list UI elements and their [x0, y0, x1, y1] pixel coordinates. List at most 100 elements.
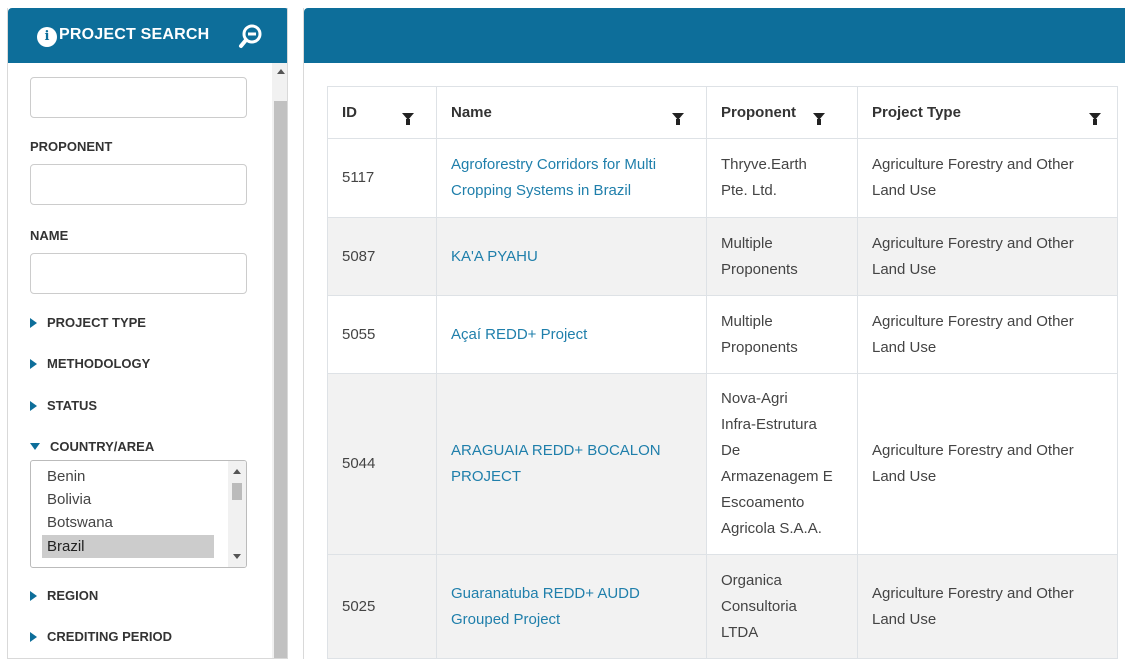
project-link[interactable]: ARAGUAIA REDD+ BOCALON PROJECT	[451, 442, 661, 485]
cell-project-type: Agriculture Forestry and Other Land Use	[857, 373, 1118, 555]
project-type-line: Agriculture Forestry and Other	[872, 584, 1074, 602]
project-link-line: Cropping Systems in Brazil	[451, 182, 632, 199]
proponent-input[interactable]	[30, 164, 247, 205]
cell-name: Açaí REDD+ Project	[436, 295, 707, 374]
project-link[interactable]: Agroforestry Corridors for Multi Cropping…	[451, 156, 656, 199]
filter-methodology-label: METHODOLOGY	[47, 356, 151, 371]
column-header-proponent[interactable]: Proponent	[706, 86, 858, 139]
cell-name: KA'A PYAHU	[436, 217, 707, 296]
cell-project-type: Agriculture Forestry and Other Land Use	[857, 138, 1118, 218]
filter-country-area-label: COUNTRY/AREA	[50, 439, 155, 454]
name-label: NAME	[30, 228, 69, 243]
table-row[interactable]: 5087 KA'A PYAHU Multiple Proponents Agric…	[327, 217, 1118, 296]
table-row[interactable]: 5025 Guaranatuba REDD+ AUDD Grouped Proje…	[327, 554, 1118, 659]
project-type-line: Land Use	[872, 610, 937, 628]
filter-icon[interactable]	[1089, 107, 1101, 125]
proponent-line: Nova-Agri	[721, 390, 788, 407]
cell-project-type: Agriculture Forestry and Other Land Use	[857, 217, 1118, 296]
country-option[interactable]: Benin	[42, 465, 214, 488]
project-type-line: Agriculture Forestry and Other	[872, 442, 1074, 459]
scrollbar-thumb[interactable]	[232, 483, 242, 500]
column-header-name-label: Name	[451, 104, 492, 121]
country-listbox[interactable]: Benin Bolivia Botswana Brazil	[30, 460, 247, 568]
project-link[interactable]: Guaranatuba REDD+ AUDD Grouped Project	[451, 585, 640, 628]
column-header-name[interactable]: Name	[436, 86, 707, 139]
listbox-scrollbar[interactable]	[228, 461, 246, 567]
project-link-line: Agroforestry Corridors for Multi	[451, 156, 657, 173]
proponent-line: Pte. Ltd.	[721, 182, 777, 199]
cell-proponent: Nova-Agri Infra-Estrutura De Armazenagem…	[706, 373, 858, 555]
proponent-line: Proponents	[721, 338, 798, 356]
column-header-project-type[interactable]: Project Type	[857, 86, 1118, 139]
cell-proponent: Multiple Proponents	[706, 295, 858, 374]
cell-project-type: Agriculture Forestry and Other Land Use	[857, 554, 1118, 659]
scroll-down-icon[interactable]	[233, 554, 241, 559]
project-type-line: Agriculture Forestry and Other	[872, 234, 1074, 252]
proponent-line: Armazenagem E	[721, 468, 833, 485]
cell-id: 5044	[327, 373, 437, 555]
filter-icon[interactable]	[402, 107, 414, 125]
results-header-bar	[304, 8, 1125, 63]
project-link[interactable]: KA'A PYAHU	[451, 248, 538, 265]
sidebar-header: i PROJECT SEARCH	[8, 8, 287, 63]
filter-project-type[interactable]: PROJECT TYPE	[30, 315, 146, 330]
proponent-line: Infra-Estrutura	[721, 416, 817, 433]
cell-id: 5055	[327, 295, 437, 374]
search-sidebar: i PROJECT SEARCH ID PROPONENT NAME PROJE…	[7, 8, 288, 659]
caret-right-icon	[30, 400, 37, 411]
name-input[interactable]	[30, 253, 247, 294]
cell-proponent: Multiple Proponents	[706, 217, 858, 296]
scroll-up-icon[interactable]	[233, 469, 241, 474]
sidebar-title: PROJECT SEARCH	[59, 26, 210, 43]
country-option-selected[interactable]: Brazil	[42, 535, 214, 558]
filter-icon[interactable]	[813, 107, 825, 125]
cell-project-type: Agriculture Forestry and Other Land Use	[857, 295, 1118, 374]
sidebar-scrollbar[interactable]	[272, 63, 287, 658]
filter-crediting-period[interactable]: CREDITING PERIOD	[30, 629, 172, 644]
filter-status-label: STATUS	[47, 398, 98, 413]
table-row[interactable]: 5044 ARAGUAIA REDD+ BOCALON PROJECT Nova-…	[327, 373, 1118, 555]
results-panel: ID Name Proponent Project Type 5117 Agro…	[303, 8, 1125, 659]
filter-country-area[interactable]: COUNTRY/AREA	[30, 439, 154, 454]
cell-id: 5087	[327, 217, 437, 296]
cell-name: Guaranatuba REDD+ AUDD Grouped Project	[436, 554, 707, 659]
project-link-line: Guaranatuba REDD+ AUDD	[451, 584, 640, 602]
proponent-line: De	[721, 442, 741, 459]
filter-region-label: REGION	[47, 588, 99, 603]
info-icon: i	[37, 27, 57, 47]
caret-down-icon	[30, 443, 40, 450]
scroll-up-icon[interactable]	[277, 69, 285, 74]
results-table: ID Name Proponent Project Type 5117 Agro…	[327, 86, 1118, 659]
cell-proponent: Thryve.Earth Pte. Ltd.	[706, 138, 858, 218]
project-type-line: Land Use	[872, 182, 937, 199]
column-header-proponent-label: Proponent	[721, 104, 796, 121]
project-type-line: Land Use	[872, 338, 937, 356]
proponent-line: Multiple	[721, 312, 773, 330]
proponent-line: LTDA	[721, 623, 759, 641]
table-row[interactable]: 5055 Açaí REDD+ Project Multiple Proponen…	[327, 295, 1118, 374]
caret-right-icon	[30, 590, 37, 601]
country-option[interactable]: Bolivia	[42, 488, 214, 511]
column-header-project-type-label: Project Type	[872, 104, 961, 121]
country-option[interactable]: Botswana	[42, 511, 214, 534]
filter-region[interactable]: REGION	[30, 588, 98, 603]
cell-id: 5025	[327, 554, 437, 659]
project-type-line: Agriculture Forestry and Other	[872, 156, 1074, 173]
filter-icon[interactable]	[672, 107, 684, 125]
table-row[interactable]: 5117 Agroforestry Corridors for Multi Cro…	[327, 138, 1118, 218]
filter-crediting-period-label: CREDITING PERIOD	[47, 629, 172, 644]
caret-right-icon	[30, 358, 37, 369]
cell-id: 5117	[327, 138, 437, 218]
filter-status[interactable]: STATUS	[30, 398, 97, 413]
caret-right-icon	[30, 317, 37, 328]
id-input[interactable]	[30, 77, 247, 118]
column-header-id[interactable]: ID	[327, 86, 437, 139]
project-type-line: Agriculture Forestry and Other	[872, 312, 1074, 330]
scrollbar-thumb[interactable]	[274, 101, 287, 658]
project-link[interactable]: Açaí REDD+ Project	[451, 326, 587, 343]
zoom-out-icon[interactable]	[238, 23, 264, 49]
project-link-line: Grouped Project	[451, 610, 561, 628]
proponent-line: Proponents	[721, 260, 798, 278]
project-link-line: PROJECT	[451, 468, 522, 485]
filter-methodology[interactable]: METHODOLOGY	[30, 356, 150, 371]
